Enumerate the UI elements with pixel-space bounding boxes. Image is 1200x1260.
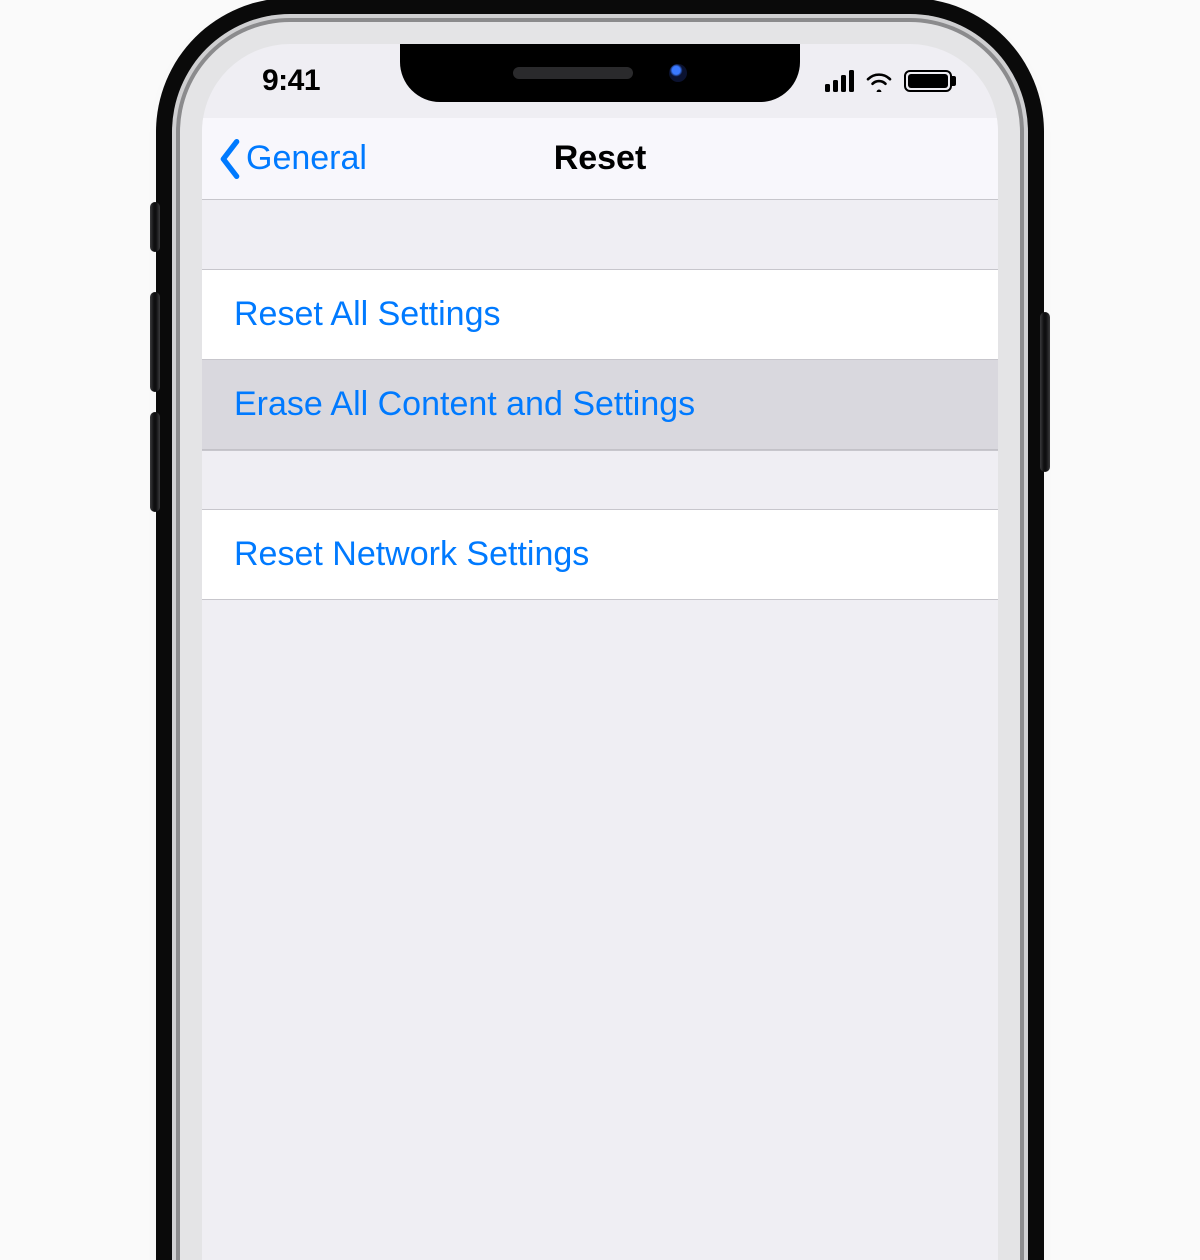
- chevron-left-icon: [216, 139, 244, 179]
- status-time: 9:41: [262, 64, 320, 98]
- power-button: [1040, 312, 1050, 472]
- back-button[interactable]: General: [216, 139, 367, 179]
- cellular-signal-icon: [825, 70, 854, 92]
- volume-down-button: [150, 412, 160, 512]
- row-label: Reset All Settings: [234, 295, 500, 334]
- row-label: Reset Network Settings: [234, 535, 589, 574]
- screen: 9:41: [202, 44, 998, 1260]
- battery-icon: [904, 70, 952, 92]
- nav-bar: General Reset: [202, 118, 998, 200]
- notch: [400, 44, 800, 102]
- speaker-grille: [513, 67, 633, 79]
- front-camera: [669, 64, 687, 82]
- silence-switch: [150, 202, 160, 252]
- status-indicators: [825, 70, 952, 92]
- section-spacer: [202, 200, 998, 270]
- iphone-device-frame: 9:41: [180, 22, 1020, 1260]
- section-spacer: [202, 450, 998, 510]
- page-title: Reset: [554, 139, 647, 178]
- settings-list: Reset All Settings Erase All Content and…: [202, 200, 998, 1260]
- wifi-icon: [864, 70, 894, 92]
- back-label: General: [246, 139, 367, 178]
- row-label: Erase All Content and Settings: [234, 385, 695, 424]
- volume-up-button: [150, 292, 160, 392]
- erase-all-content-row[interactable]: Erase All Content and Settings: [202, 360, 998, 450]
- reset-network-settings-row[interactable]: Reset Network Settings: [202, 510, 998, 600]
- reset-all-settings-row[interactable]: Reset All Settings: [202, 270, 998, 360]
